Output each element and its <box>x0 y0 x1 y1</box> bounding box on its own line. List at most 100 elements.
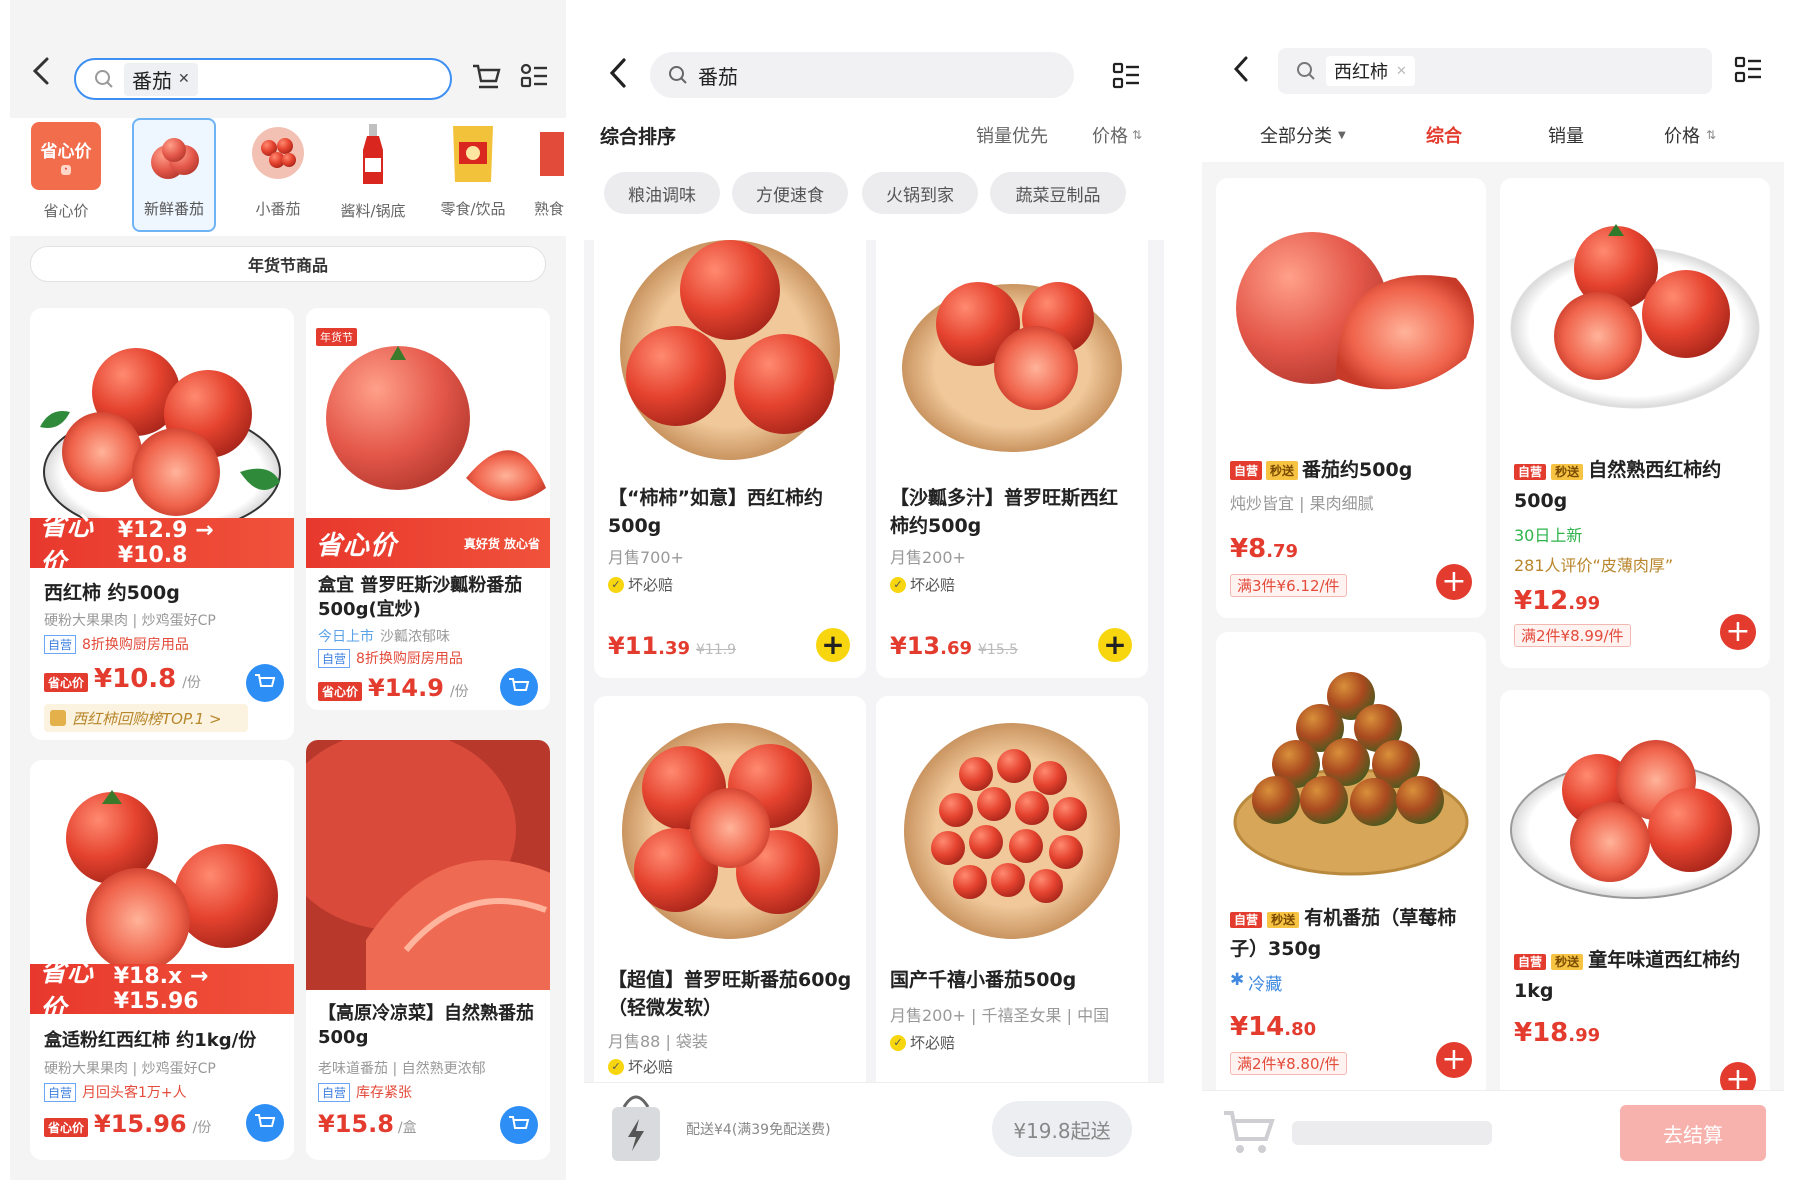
panel-middle-app: 番茄 综合排序 销量优先 价格 ⇅ 粮油调味 方便速食 火锅到家 蔬菜豆制品 【… <box>584 0 1164 1180</box>
search-token[interactable]: 西红柿 ✕ <box>1326 56 1415 86</box>
price-unit: /盒 <box>397 1120 417 1136</box>
price-badge: 省心价 <box>318 682 363 701</box>
filter-chip[interactable]: 蔬菜豆制品 <box>990 172 1126 214</box>
list-view-icon[interactable] <box>1732 54 1764 86</box>
product-card[interactable]: 【“柿柿”如意】西红柿约500g 月售700+ ✓ 坏必赔 ¥11 .39 ¥1… <box>594 228 866 678</box>
add-to-cart-button[interactable] <box>500 668 538 706</box>
add-to-cart-button[interactable] <box>500 1106 538 1144</box>
shopping-bag-icon[interactable] <box>606 1089 666 1165</box>
product-card[interactable]: 【沙瓤多汁】普罗旺斯西红柿约500g 月售200+ ✓ 坏必赔 ¥13 .69 … <box>876 228 1148 678</box>
sort-by-sales[interactable]: 销量优先 <box>976 122 1048 148</box>
filter-price[interactable]: 价格 ⇅ <box>1664 122 1716 148</box>
category-item-4[interactable]: 零食/饮品 <box>428 122 518 228</box>
sort-default[interactable]: 综合排序 <box>600 122 676 149</box>
filter-chip[interactable]: 火锅到家 <box>862 172 978 214</box>
title-row: 自营 秒送 童年味道西红柿约1kg <box>1514 946 1764 1007</box>
add-button[interactable]: + <box>1436 1042 1472 1078</box>
add-to-cart-button[interactable] <box>246 1104 284 1142</box>
price-unit: /份 <box>449 684 469 700</box>
festival-banner[interactable]: 年货节商品 <box>30 246 546 282</box>
add-button[interactable]: + <box>1720 614 1756 650</box>
filter-comprehensive[interactable]: 综合 <box>1426 122 1462 148</box>
check-icon: ✓ <box>890 1034 906 1051</box>
product-image <box>1233 672 1469 876</box>
category-label: 熟食 <box>534 200 565 218</box>
trophy-icon <box>50 710 66 726</box>
price-row: 省心价 ¥10.8 /份 <box>44 664 201 694</box>
product-card[interactable]: 【高原冷凉菜】自然熟番茄500g 老味道番茄 | 自然熟更浓郁 自营 库存紧张 … <box>306 740 550 1160</box>
search-input[interactable]: 番茄 <box>650 52 1074 98</box>
search-input[interactable]: 番茄 ✕ <box>74 58 452 100</box>
product-card[interactable]: 【超值】普罗旺斯番茄600g（轻微发软） 月售88 | 袋装 ✓ 坏必赔 <box>594 696 866 1096</box>
category-item-1-selected[interactable]: 新鲜番茄 <box>132 118 216 232</box>
price-dec: .80 <box>1284 1019 1317 1040</box>
promo-line: 自营 库存紧张 <box>318 1082 412 1102</box>
back-arrow-icon[interactable] <box>606 56 630 90</box>
product-title: 【沙瓤多汁】普罗旺斯西红柿约500g <box>890 487 1119 537</box>
delivery-fee-text: 配送¥4(满39免配送费) <box>686 1122 831 1138</box>
min-order-button[interactable]: ¥19.8起送 <box>992 1101 1132 1157</box>
product-image <box>904 723 1120 939</box>
product-card[interactable]: 自营 秒送 有机番茄（草莓柿子）350g ✱ 冷藏 ¥14 .80 满2件¥8.… <box>1216 632 1486 1102</box>
product-card[interactable]: 省心价 ¥12.9 → ¥10.8 西红柿 约500g 硬粉大果果肉 | 炒鸡蛋… <box>30 308 294 740</box>
add-button[interactable]: + <box>1098 628 1132 662</box>
cart-icon[interactable] <box>470 60 502 92</box>
add-button[interactable]: + <box>1436 564 1472 600</box>
strip-compare: ¥12.9 → ¥10.8 <box>117 518 214 568</box>
product-card[interactable]: 省心价 ¥18.x → ¥15.96 盒适粉红西红柿 约1kg/份 硬粉大果果肉… <box>30 760 294 1160</box>
back-arrow-icon[interactable] <box>1230 54 1252 84</box>
product-card[interactable]: 自营 秒送 自然熟西红柿约500g 30日上新 281人评价“皮薄肉厚” ¥12… <box>1500 178 1770 668</box>
strip-label: 省心价 <box>40 512 95 579</box>
price-int: ¥18 <box>1514 1018 1569 1048</box>
product-title: 国产千禧小番茄500g <box>890 969 1077 991</box>
filter-all-categories[interactable]: 全部分类 ▼ <box>1260 122 1346 148</box>
category-label: 小番茄 <box>255 200 301 218</box>
checkout-button[interactable]: 去结算 <box>1620 1105 1766 1161</box>
listed-today: 今日上市 <box>318 629 374 645</box>
add-button[interactable]: + <box>816 628 850 662</box>
filter-chip[interactable]: 方便速食 <box>732 172 848 214</box>
category-label: 新鲜番茄 <box>143 200 204 218</box>
category-item-3[interactable]: 酱料/锅底 <box>328 122 418 228</box>
filter-sales[interactable]: 销量 <box>1548 122 1584 148</box>
category-badge-image: 省心价 · <box>31 122 101 190</box>
product-title: 盒适粉红西红柿 约1kg/份 <box>44 1030 257 1051</box>
price-int: ¥8 <box>1230 534 1267 564</box>
category-item-0[interactable]: 省心价 · 省心价 <box>30 122 102 228</box>
category-item-2[interactable]: 小番茄 <box>238 122 318 228</box>
search-input[interactable]: 西红柿 ✕ <box>1278 48 1712 94</box>
strip-label: 省心价 <box>316 530 398 561</box>
product-card[interactable]: 年货节 省心价 真好货 放心省 盒宜 普罗旺斯沙瓤粉番茄500g(宜炒) 今日上… <box>306 308 550 710</box>
list-view-icon[interactable] <box>1110 60 1142 92</box>
search-token[interactable]: 番茄 ✕ <box>124 62 198 96</box>
product-desc: 硬粉大果果肉 | 炒鸡蛋好CP <box>44 1061 216 1077</box>
sort-by-price[interactable]: 价格 ⇅ <box>1092 122 1142 148</box>
clear-token-icon[interactable]: ✕ <box>1396 64 1407 79</box>
category-label: 酱料/锅底 <box>340 202 406 220</box>
sort-arrows-icon: ⇅ <box>1706 128 1717 142</box>
price-row: 省心价 ¥14.9 /份 <box>318 674 469 702</box>
guarantee-text: 坏必赔 <box>910 576 956 594</box>
add-to-cart-button[interactable] <box>246 664 284 702</box>
price-dec: .69 <box>940 638 972 659</box>
product-price: ¥15.96 <box>94 1110 187 1138</box>
price-dec: .39 <box>658 638 690 659</box>
filter-chip[interactable]: 粮油调味 <box>604 172 720 214</box>
product-card[interactable]: 自营 秒送 番茄约500g 炖炒皆宜 | 果肉细腻 ¥8 .79 满3件¥6.1… <box>1216 178 1486 618</box>
rank-badge[interactable]: 西红柿回购榜TOP.1 > <box>44 704 248 732</box>
price-badge: 省心价 <box>44 1118 89 1137</box>
back-arrow-icon[interactable] <box>28 56 54 86</box>
tomato-thumbnail <box>151 138 199 179</box>
clear-token-icon[interactable]: ✕ <box>178 71 190 87</box>
price-dec: .99 <box>1568 593 1601 614</box>
product-image <box>902 282 1122 452</box>
product-card[interactable]: 国产千禧小番茄500g 月售200+ | 千禧圣女果 | 中国 ✓ 坏必赔 <box>876 696 1148 1096</box>
tag-instant: 秒送 <box>1551 464 1584 480</box>
product-desc: 老味道番茄 | 自然熟更浓郁 <box>318 1061 486 1077</box>
tag-self-run: 自营 <box>1514 464 1547 480</box>
list-view-icon[interactable] <box>518 60 550 92</box>
cart-icon[interactable] <box>1222 1107 1276 1155</box>
product-card[interactable]: 自营 秒送 童年味道西红柿约1kg ¥18 .99 + <box>1500 690 1770 1110</box>
product-price: ¥10.8 <box>94 664 177 694</box>
category-item-5[interactable]: 熟食 <box>534 122 566 228</box>
